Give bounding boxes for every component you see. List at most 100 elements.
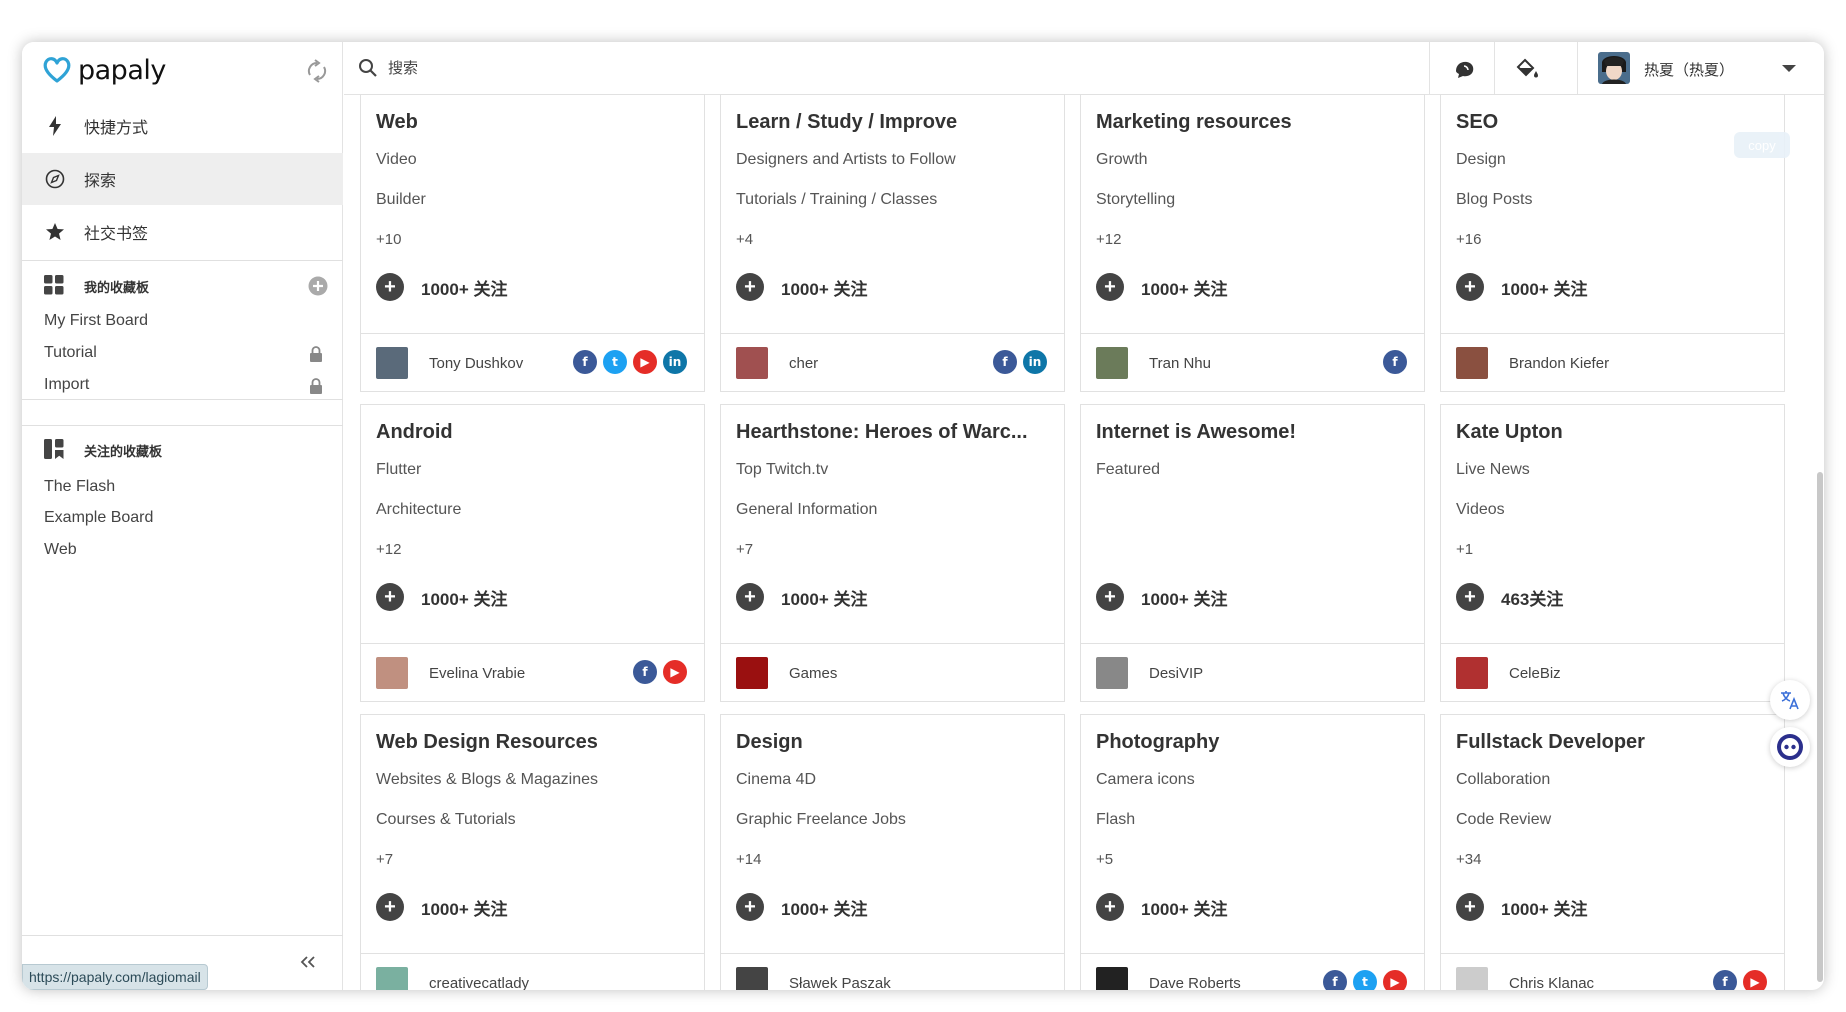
card-category-item[interactable]: Designers and Artists to Follow: [736, 151, 956, 169]
card-category-item[interactable]: Cinema 4D: [736, 771, 816, 789]
card-category-item[interactable]: Live News: [1456, 461, 1530, 479]
owner-avatar[interactable]: [376, 347, 408, 379]
card-title[interactable]: Internet is Awesome!: [1096, 421, 1412, 444]
card-title[interactable]: Web: [376, 111, 692, 134]
collapse-sidebar-icon[interactable]: [298, 952, 318, 972]
card-category-item[interactable]: Flash: [1096, 811, 1135, 829]
board-card[interactable]: Internet is Awesome! Featured +1000+ 关注 Des…: [1080, 404, 1425, 702]
owner-name[interactable]: Tony Dushkov: [429, 355, 523, 372]
card-category-item[interactable]: Architecture: [376, 501, 461, 519]
twitter-icon[interactable]: t: [603, 350, 627, 374]
card-category-item[interactable]: Featured: [1096, 461, 1160, 479]
card-category-item[interactable]: Storytelling: [1096, 191, 1175, 209]
follow-button[interactable]: +1000+ 关注: [376, 583, 507, 611]
user-avatar[interactable]: [1598, 52, 1630, 84]
owner-name[interactable]: Brandon Kiefer: [1509, 355, 1609, 372]
card-category-item[interactable]: Code Review: [1456, 811, 1551, 829]
card-category-item[interactable]: Flutter: [376, 461, 421, 479]
owner-avatar[interactable]: [736, 347, 768, 379]
follow-button[interactable]: +1000+ 关注: [1096, 273, 1227, 301]
followed-item-example-board[interactable]: Example Board: [44, 509, 153, 527]
card-title[interactable]: Fullstack Developer: [1456, 731, 1772, 754]
owner-name[interactable]: cher: [789, 355, 818, 372]
owner-avatar[interactable]: [1456, 967, 1488, 990]
board-card[interactable]: Android Flutter Architecture +12 +1000+ 关注 Ev…: [360, 404, 705, 702]
card-more-count[interactable]: +7: [376, 851, 393, 868]
copy-button[interactable]: copy: [1734, 132, 1790, 158]
linkedin-icon[interactable]: in: [663, 350, 687, 374]
follow-button[interactable]: +1000+ 关注: [376, 273, 507, 301]
twitter-icon[interactable]: t: [1353, 970, 1377, 990]
card-title[interactable]: Marketing resources: [1096, 111, 1412, 134]
owner-avatar[interactable]: [736, 657, 768, 689]
card-more-count[interactable]: +10: [376, 231, 401, 248]
card-more-count[interactable]: +34: [1456, 851, 1481, 868]
owner-name[interactable]: DesiVIP: [1149, 665, 1203, 682]
followed-item-the-flash[interactable]: The Flash: [44, 478, 115, 496]
card-title[interactable]: Kate Upton: [1456, 421, 1772, 444]
board-card[interactable]: Fullstack Developer Collaboration Code Rev…: [1440, 714, 1785, 990]
owner-avatar[interactable]: [1096, 347, 1128, 379]
card-category-item[interactable]: Blog Posts: [1456, 191, 1532, 209]
card-category-item[interactable]: Design: [1456, 151, 1506, 169]
search-input[interactable]: [388, 52, 988, 84]
card-category-item[interactable]: Websites & Blogs & Magazines: [376, 771, 598, 789]
card-title[interactable]: Photography: [1096, 731, 1412, 754]
card-category-item[interactable]: General Information: [736, 501, 877, 519]
card-category-item[interactable]: Tutorials / Training / Classes: [736, 191, 937, 209]
card-title[interactable]: Learn / Study / Improve: [736, 111, 1052, 134]
owner-avatar[interactable]: [1096, 967, 1128, 990]
papaly-logo[interactable]: papaly: [42, 52, 166, 88]
owner-avatar[interactable]: [1456, 347, 1488, 379]
linkedin-icon[interactable]: in: [1023, 350, 1047, 374]
facebook-icon[interactable]: f: [1713, 970, 1737, 990]
board-item-my-first-board[interactable]: My First Board: [44, 312, 148, 330]
board-card[interactable]: Marketing resources Growth Storytelling +12…: [1080, 94, 1425, 392]
owner-avatar[interactable]: [376, 657, 408, 689]
add-board-icon[interactable]: [308, 276, 328, 296]
owner-name[interactable]: Games: [789, 665, 837, 682]
sync-icon[interactable]: [304, 58, 330, 84]
board-item-import[interactable]: Import: [44, 376, 89, 394]
facebook-icon[interactable]: f: [993, 350, 1017, 374]
owner-name[interactable]: Evelina Vrabie: [429, 665, 525, 682]
owner-name[interactable]: Dave Roberts: [1149, 975, 1241, 990]
facebook-icon[interactable]: f: [633, 660, 657, 684]
follow-button[interactable]: +1000+ 关注: [1456, 893, 1587, 921]
card-more-count[interactable]: +12: [376, 541, 401, 558]
follow-button[interactable]: +1000+ 关注: [1096, 583, 1227, 611]
follow-button[interactable]: +463关注: [1456, 583, 1563, 611]
owner-avatar[interactable]: [736, 967, 768, 990]
owner-name[interactable]: creativecatlady: [429, 975, 529, 990]
user-name[interactable]: 热夏（热夏）: [1644, 59, 1734, 80]
card-more-count[interactable]: +7: [736, 541, 753, 558]
card-title[interactable]: Design: [736, 731, 1052, 754]
card-category-item[interactable]: Collaboration: [1456, 771, 1550, 789]
owner-name[interactable]: Chris Klanac: [1509, 975, 1594, 990]
board-card[interactable]: Kate Upton Live News Videos +1 +463关注 CeleBiz: [1440, 404, 1785, 702]
youtube-icon[interactable]: ▶: [1383, 970, 1407, 990]
card-category-item[interactable]: Videos: [1456, 501, 1505, 519]
card-category-item[interactable]: Camera icons: [1096, 771, 1195, 789]
card-category-item[interactable]: Growth: [1096, 151, 1148, 169]
scrollbar[interactable]: [1817, 472, 1823, 982]
follow-button[interactable]: +1000+ 关注: [736, 273, 867, 301]
follow-button[interactable]: +1000+ 关注: [736, 583, 867, 611]
nav-explore[interactable]: 探索: [22, 153, 343, 205]
card-title[interactable]: Web Design Resources: [376, 731, 692, 754]
owner-avatar[interactable]: [376, 967, 408, 990]
paint-button[interactable]: [1514, 55, 1542, 83]
follow-button[interactable]: +1000+ 关注: [1456, 273, 1587, 301]
board-card[interactable]: Design Cinema 4D Graphic Freelance Jobs +14…: [720, 714, 1065, 990]
followed-item-web[interactable]: Web: [44, 541, 77, 559]
card-category-item[interactable]: Graphic Freelance Jobs: [736, 811, 906, 829]
card-more-count[interactable]: +12: [1096, 231, 1121, 248]
theme-button[interactable]: [1451, 55, 1479, 83]
board-card[interactable]: Hearthstone: Heroes of Warc... Top Twitch…: [720, 404, 1065, 702]
card-more-count[interactable]: +14: [736, 851, 761, 868]
board-card[interactable]: Photography Camera icons Flash +5 +1000+ 关注 D…: [1080, 714, 1425, 990]
owner-name[interactable]: Tran Nhu: [1149, 355, 1211, 372]
facebook-icon[interactable]: f: [573, 350, 597, 374]
owner-name[interactable]: Sławek Paszak: [789, 975, 891, 990]
facebook-icon[interactable]: f: [1383, 350, 1407, 374]
